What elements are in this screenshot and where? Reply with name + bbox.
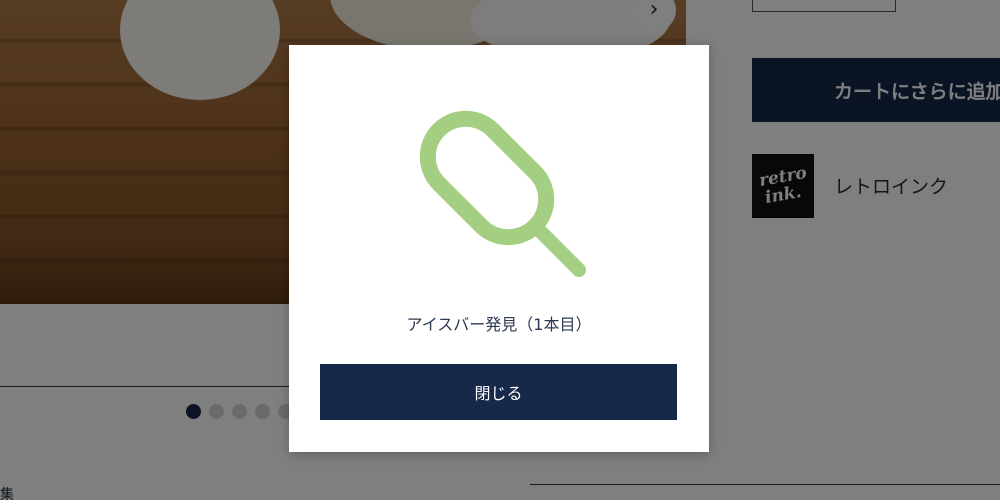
modal-message: アイスバー発見（1本目）: [406, 315, 592, 334]
discovery-modal: アイスバー発見（1本目） 閉じる: [289, 45, 709, 452]
close-button[interactable]: 閉じる: [320, 364, 677, 420]
ice-bar-icon: [419, 110, 586, 277]
